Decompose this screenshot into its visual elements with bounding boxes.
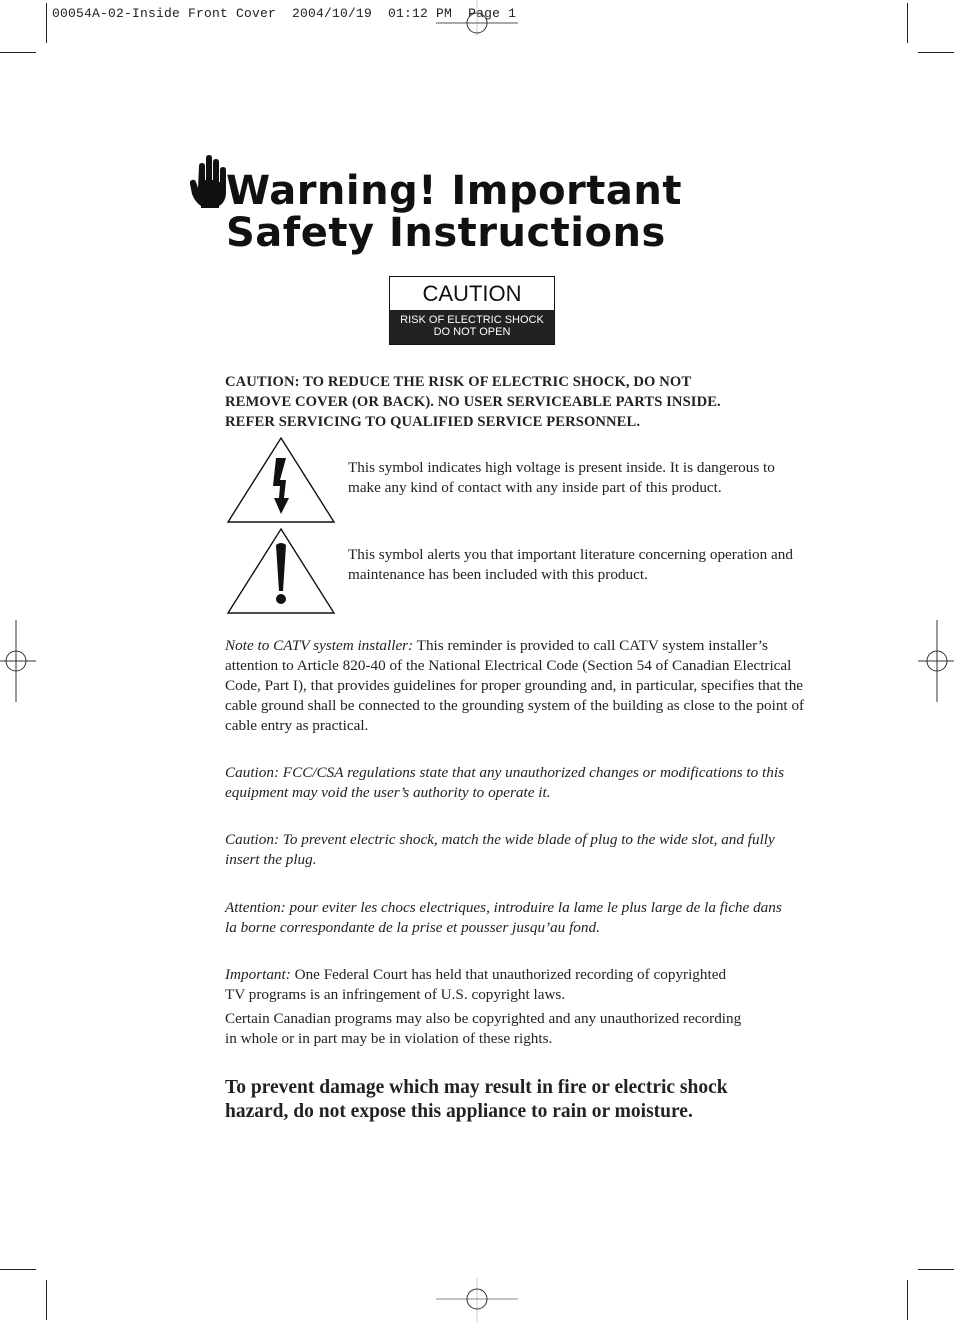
- high-voltage-warning-icon: [226, 436, 336, 523]
- caution-heading: CAUTION: [422, 281, 522, 306]
- title-line-1: Warning! Important: [226, 168, 682, 214]
- registration-mark-top: [436, 0, 518, 36]
- crop-mark: [0, 52, 36, 53]
- title-line-2: Safety Instructions: [226, 210, 666, 256]
- caution-subtext-line-2: DO NOT OPEN: [433, 326, 511, 338]
- registration-mark-bottom: [436, 1278, 518, 1323]
- caution-statement: CAUTION: TO REDUCE THE RISK OF ELECTRIC …: [225, 372, 785, 432]
- caution-subtext: RISK OF ELECTRIC SHOCK DO NOT OPEN: [390, 310, 554, 344]
- moisture-warning: To prevent damage which may result in fi…: [225, 1077, 728, 1122]
- registration-mark-left: [0, 620, 36, 702]
- hand-stop-icon: [190, 155, 226, 208]
- fcc-caution: Caution: FCC/CSA regulations state that …: [225, 764, 784, 801]
- french-attention: Attention: pour eviter les chocs electri…: [225, 899, 782, 936]
- page-title: Warning! Important Safety Instructions: [226, 170, 682, 254]
- plug-caution: Caution: To prevent electric shock, matc…: [225, 831, 775, 868]
- caution-statement-line: REFER SERVICING TO QUALIFIED SERVICE PER…: [225, 414, 641, 430]
- crop-mark: [907, 3, 908, 43]
- caution-statement-line: CAUTION: TO REDUCE THE RISK OF ELECTRIC …: [225, 374, 692, 390]
- crop-mark: [918, 1269, 954, 1270]
- crop-mark: [46, 1280, 47, 1320]
- exclamation-warning-icon: [226, 527, 336, 614]
- copyright-notice: Important: One Federal Court has held th…: [225, 965, 745, 1005]
- important-text: One Federal Court has held that unauthor…: [225, 966, 727, 1003]
- caution-statement-line: REMOVE COVER (OR BACK). NO USER SERVICEA…: [225, 394, 721, 410]
- catv-installer-note: Note to CATV system installer: This remi…: [225, 636, 805, 736]
- caution-label: CAUTION RISK OF ELECTRIC SHOCK DO NOT OP…: [389, 276, 555, 345]
- high-voltage-description: This symbol indicates high voltage is pr…: [348, 459, 775, 496]
- crop-mark: [46, 3, 47, 43]
- crop-mark: [918, 52, 954, 53]
- important-label: Important:: [225, 966, 291, 983]
- registration-mark-right: [918, 620, 954, 702]
- catv-note-label: Note to CATV system installer:: [225, 637, 414, 654]
- caution-subtext-line-1: RISK OF ELECTRIC SHOCK: [400, 314, 544, 326]
- crop-mark: [907, 1280, 908, 1320]
- canadian-copyright-notice: Certain Canadian programs may also be co…: [225, 1010, 742, 1047]
- crop-mark: [0, 1269, 36, 1270]
- literature-description: This symbol alerts you that important li…: [348, 546, 793, 583]
